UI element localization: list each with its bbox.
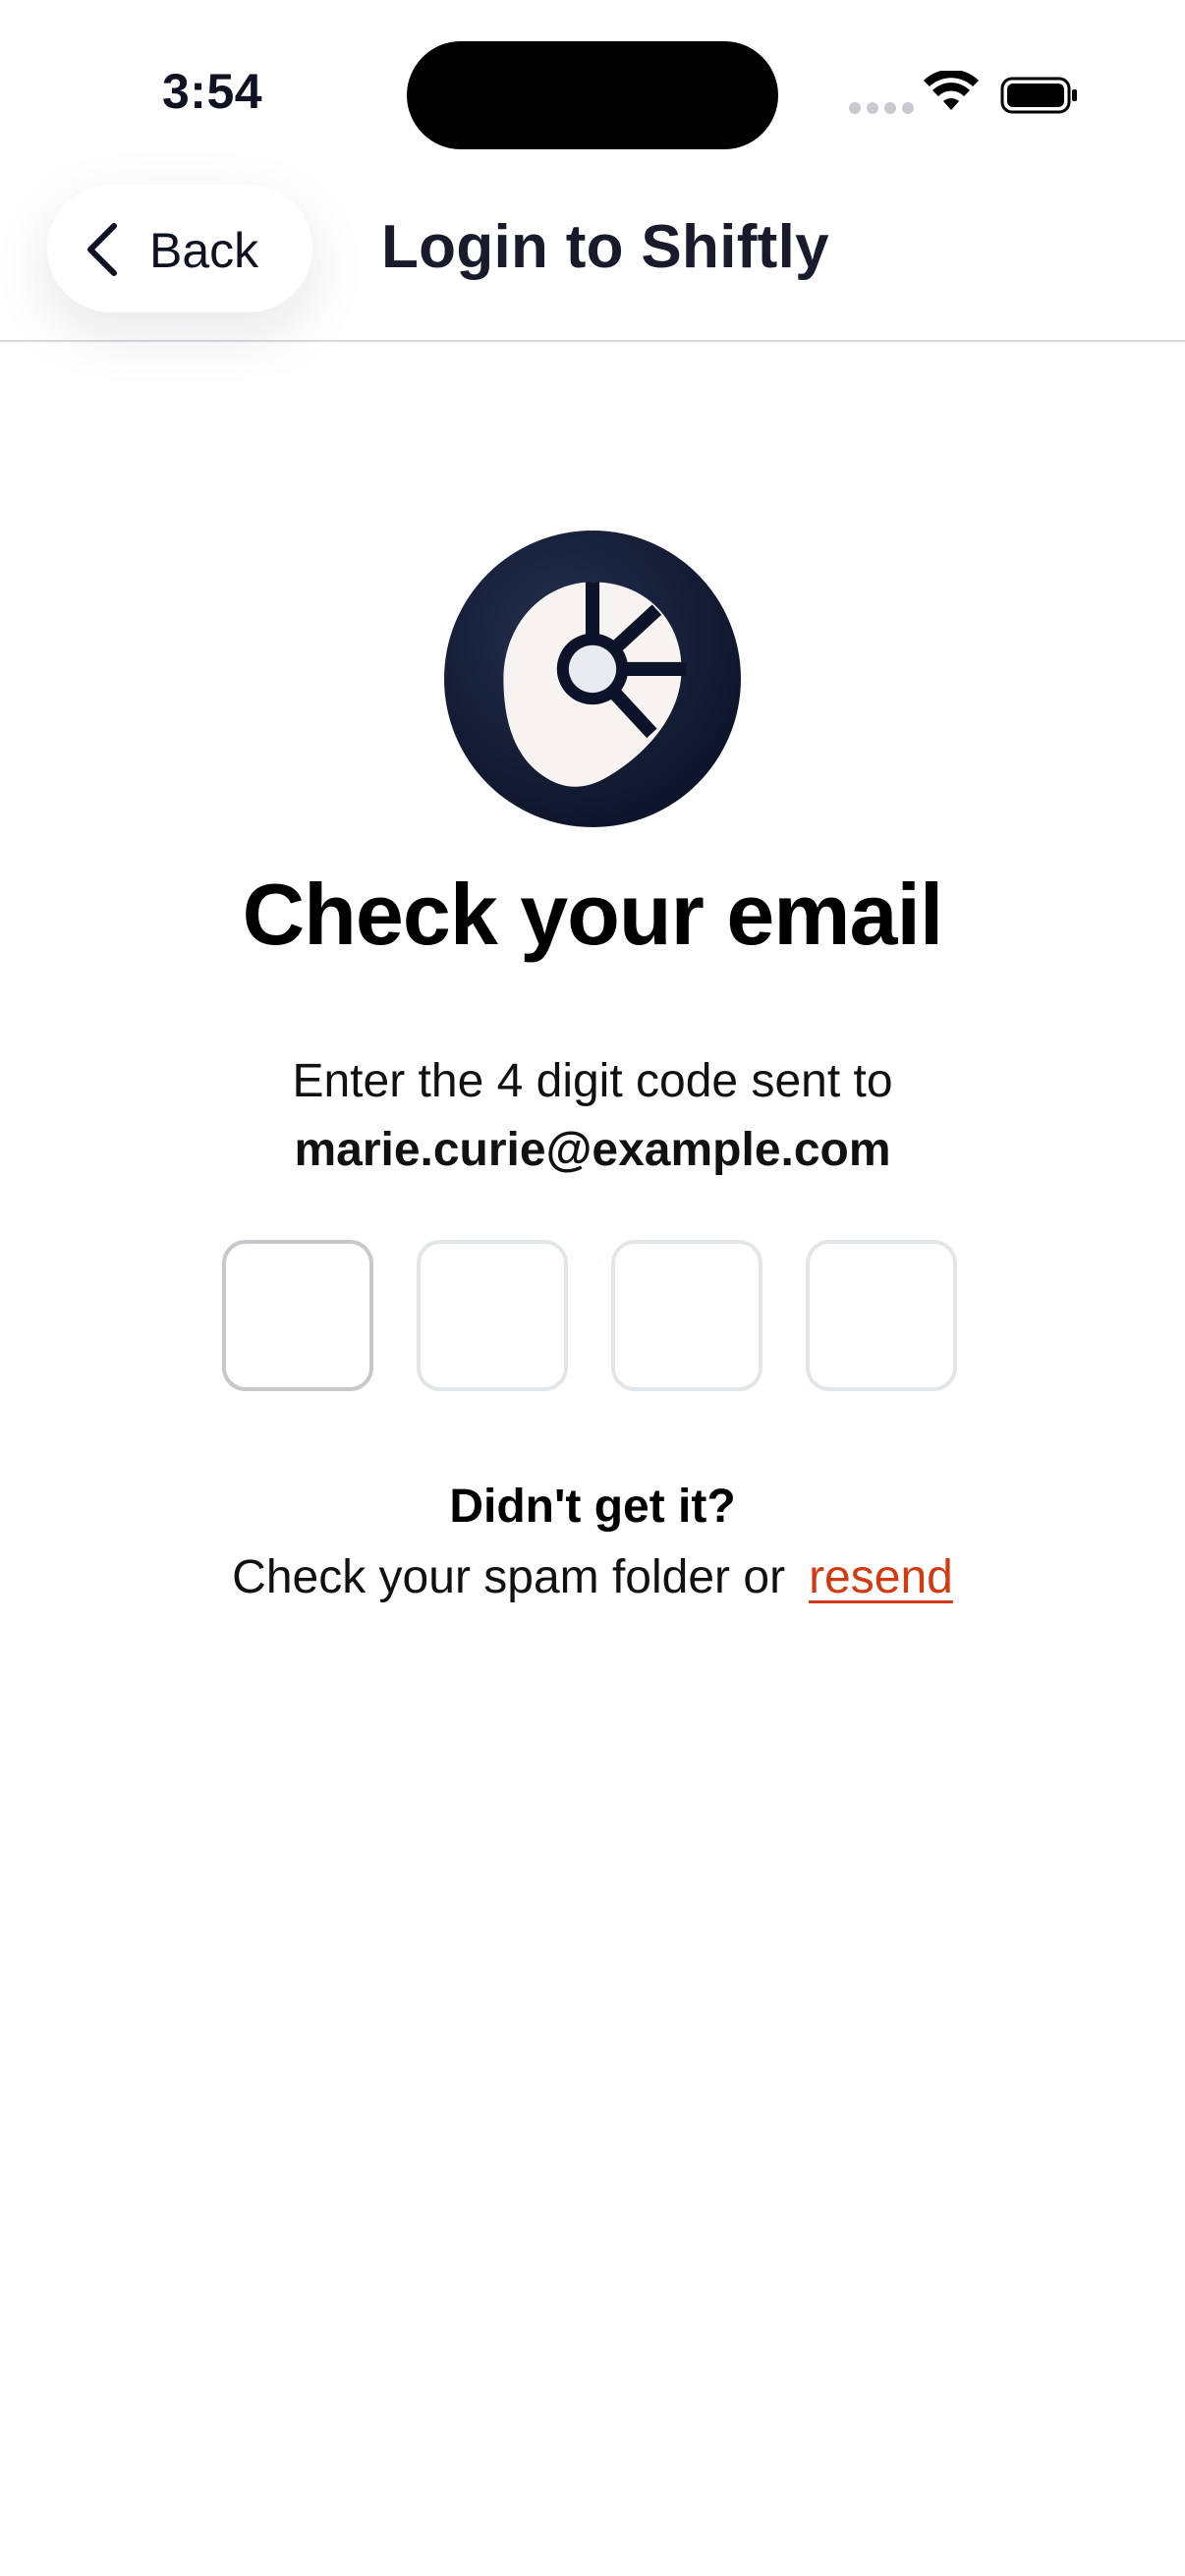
back-button[interactable]: Back <box>47 185 312 312</box>
nav-header: Back Login to Shiftly <box>0 177 1185 342</box>
back-button-label: Back <box>149 223 259 278</box>
help-text: Check your spam folder or <box>232 1551 786 1603</box>
code-digit-2[interactable] <box>417 1240 568 1391</box>
cellular-signal-icon <box>849 102 914 114</box>
code-digit-4[interactable] <box>806 1240 957 1391</box>
status-bar: 3:54 <box>0 0 1185 177</box>
resend-link[interactable]: resend <box>809 1551 953 1603</box>
shiftly-logo-icon <box>444 531 741 827</box>
help-text-line: Check your spam folder or resend <box>0 1550 1185 1604</box>
help-title: Didn't get it? <box>449 1481 736 1533</box>
code-digit-3[interactable] <box>611 1240 762 1391</box>
chevron-left-icon <box>87 223 117 276</box>
page-title: Login to Shiftly <box>381 213 829 281</box>
wifi-icon <box>924 71 979 110</box>
status-time: 3:54 <box>162 64 263 119</box>
battery-icon <box>1000 77 1077 114</box>
code-input-row <box>222 1240 963 1397</box>
headline: Check your email <box>242 866 944 963</box>
instruction-text: Enter the 4 digit code sent to <box>292 1055 893 1107</box>
code-digit-1[interactable] <box>222 1240 373 1391</box>
dynamic-island <box>407 41 778 149</box>
email-address: marie.curie@example.com <box>294 1124 891 1176</box>
